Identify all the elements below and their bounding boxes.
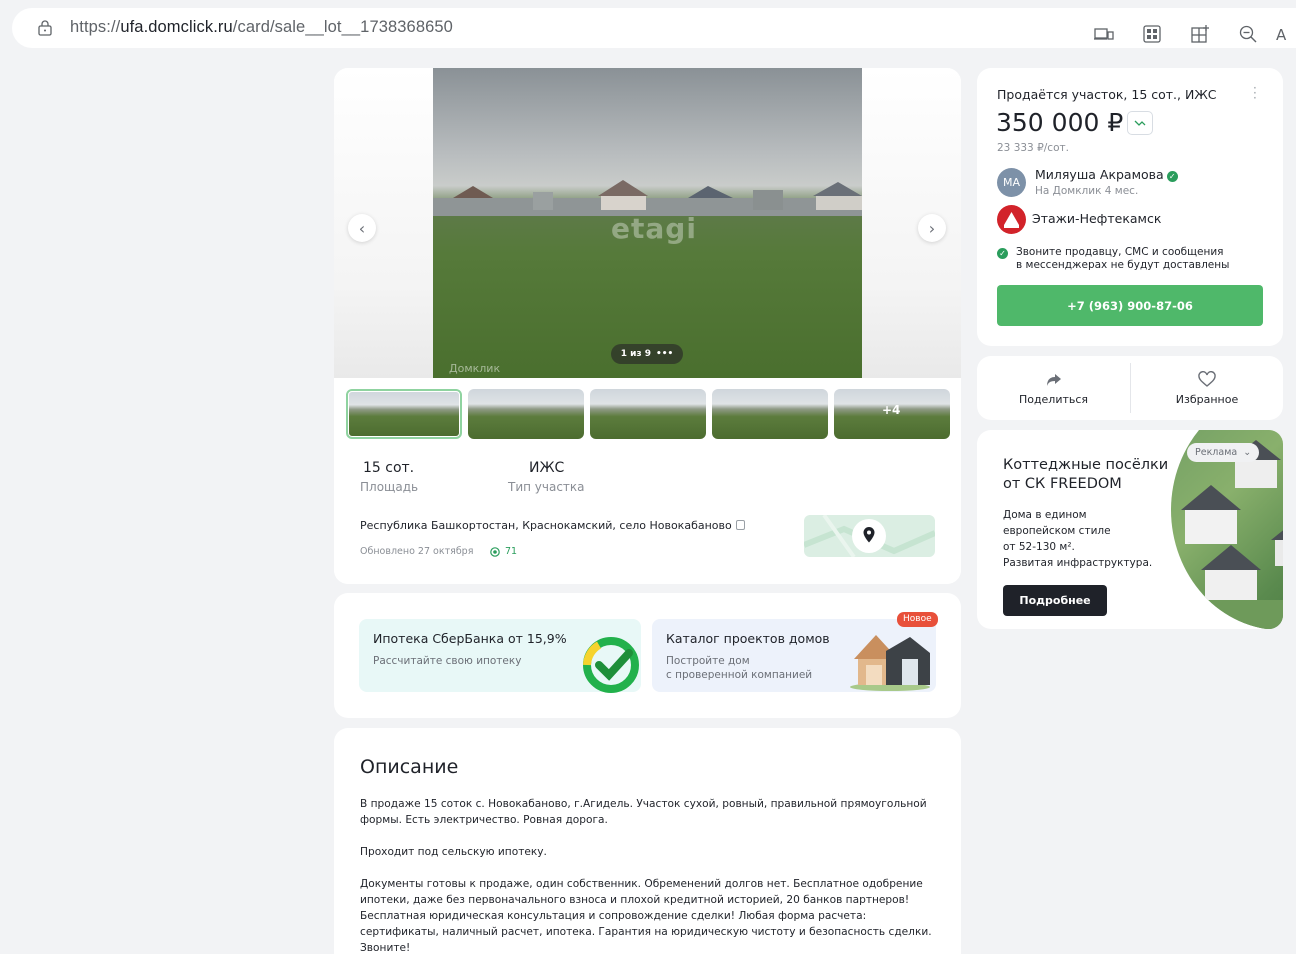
price-per-unit: 23 333 ₽/сот. bbox=[997, 142, 1069, 154]
trend-icon bbox=[1134, 120, 1146, 126]
more-photos-count: +4 bbox=[882, 403, 901, 417]
views-value: 71 bbox=[505, 546, 518, 557]
share-icon bbox=[1046, 373, 1061, 386]
updated-date: Обновлено 27 октября bbox=[360, 546, 474, 557]
heart-icon bbox=[1198, 370, 1216, 387]
eye-icon bbox=[490, 546, 500, 557]
prev-photo-button[interactable]: ‹ bbox=[348, 214, 376, 242]
thumbnail[interactable] bbox=[712, 389, 828, 439]
agent-name[interactable]: Миляуша Акрамова ✓ bbox=[1035, 167, 1178, 182]
share-button[interactable]: Поделиться bbox=[977, 356, 1130, 420]
next-photo-button[interactable]: › bbox=[918, 214, 946, 242]
shield-check-icon: ✓ bbox=[997, 248, 1008, 259]
ad-text: Дома в едином европейском стиле от 52-130 … bbox=[1003, 509, 1153, 569]
photo-counter: 1 из 9 ••• bbox=[611, 344, 683, 364]
photo-gallery: etagi 1 из 9 ••• Домклик ‹ › +4 15 сот. П… bbox=[334, 68, 961, 584]
thumbnail[interactable] bbox=[468, 389, 584, 439]
copy-icon[interactable] bbox=[735, 520, 745, 530]
views-count: 71 bbox=[490, 546, 517, 557]
price-trend-button[interactable] bbox=[1127, 111, 1153, 135]
description-paragraph: Проходит под сельскую ипотеку. bbox=[360, 846, 547, 858]
fact-area: 15 сот. Площадь bbox=[360, 460, 508, 494]
ad-banner[interactable]: Реклама ⌄ Коттеджные посёлки от СК FREEDOM… bbox=[977, 430, 1283, 629]
browser-toolbar: https://ufa.domclick.ru/card/sale__lot__… bbox=[0, 0, 1296, 56]
share-label: Поделиться bbox=[1018, 392, 1089, 406]
avatar[interactable]: МА bbox=[997, 168, 1026, 197]
promo-banners: Ипотека СберБанка от 15,9% Рассчитайте с… bbox=[334, 593, 961, 718]
main-photo[interactable]: etagi 1 из 9 ••• Домклик bbox=[433, 68, 862, 378]
share-favorite-bar: Поделиться Избранное bbox=[977, 356, 1283, 420]
houses-silhouette bbox=[433, 180, 862, 216]
map-preview[interactable] bbox=[804, 515, 935, 557]
new-badge: Новое bbox=[897, 612, 938, 627]
description-paragraph: В продаже 15 соток с. Новокабаново, г.Аг… bbox=[360, 798, 927, 826]
thumbnail-strip: +4 bbox=[346, 389, 950, 439]
agency-logo-icon[interactable] bbox=[997, 205, 1026, 234]
domclick-photo-mark: Домклик bbox=[449, 362, 501, 375]
price-seller-card: Продаётся участок, 15 сот., ИЖС · · · 350 … bbox=[977, 68, 1283, 346]
more-options-icon[interactable]: · · · bbox=[1253, 82, 1257, 104]
address-bar[interactable]: https://ufa.domclick.ru/card/sale__lot__… bbox=[12, 8, 1296, 48]
description-section: Описание В продаже 15 соток с. Новокабан… bbox=[334, 728, 961, 954]
url-text[interactable]: https://ufa.domclick.ru/card/sale__lot__… bbox=[70, 18, 453, 37]
thumbnail-more[interactable]: +4 bbox=[834, 389, 950, 439]
info-section: +4 15 сот. Площадь ИЖС Тип участка Респу… bbox=[334, 378, 961, 584]
fact-plot-type: ИЖС Тип участка bbox=[508, 460, 656, 494]
apps-icon[interactable] bbox=[1128, 22, 1176, 46]
section-title: Описание bbox=[360, 756, 459, 778]
fact-value: 15 сот. bbox=[363, 460, 415, 476]
svg-text:A: A bbox=[1276, 26, 1287, 43]
read-aloud-icon[interactable]: A bbox=[1272, 22, 1296, 46]
price: 350 000 ₽ bbox=[996, 108, 1124, 137]
verified-icon: ✓ bbox=[1166, 171, 1178, 182]
notice-text: Звоните продавцу, СМС и сообщения в мессе… bbox=[1016, 246, 1230, 271]
favorite-label: Избранное bbox=[1175, 392, 1239, 406]
phone-button[interactable]: +7 (963) 900-87-06 bbox=[997, 285, 1263, 326]
add-tab-icon[interactable] bbox=[1176, 22, 1224, 46]
ad-title: Коттеджные посёлки от СК FREEDOM bbox=[1003, 457, 1169, 492]
agency-name[interactable]: Этажи-Нефтекамск bbox=[1032, 211, 1161, 226]
description-paragraph: Документы готовы к продаже, один собстве… bbox=[360, 878, 932, 954]
zoom-out-icon[interactable] bbox=[1224, 22, 1272, 46]
chevron-right-icon: › bbox=[928, 218, 936, 238]
ad-more-button[interactable]: Подробнее bbox=[1003, 585, 1107, 616]
contact-notice: ✓ Звоните продавцу, СМС и сообщения в мес… bbox=[997, 246, 1229, 272]
listing-title: Продаётся участок, 15 сот., ИЖС bbox=[997, 87, 1217, 102]
fact-label: Площадь bbox=[360, 480, 419, 494]
device-icon[interactable] bbox=[1080, 22, 1128, 46]
fact-label: Тип участка bbox=[508, 480, 585, 494]
address: Республика Башкортостан, Краснокамский, … bbox=[360, 519, 745, 532]
house-catalog-banner[interactable]: Каталог проектов домов Постройте дом с пр… bbox=[652, 619, 936, 692]
key-facts: 15 сот. Площадь ИЖС Тип участка bbox=[360, 460, 656, 494]
map-pin-icon bbox=[804, 515, 935, 557]
agent-since: На Домклик 4 мес. bbox=[1035, 185, 1139, 197]
lock-icon[interactable] bbox=[38, 20, 52, 36]
favorite-button[interactable]: Избранное bbox=[1130, 363, 1283, 413]
chevron-left-icon: ‹ bbox=[358, 218, 366, 238]
sber-mortgage-banner[interactable]: Ипотека СберБанка от 15,9% Рассчитайте с… bbox=[359, 619, 641, 693]
ad-label[interactable]: Реклама ⌄ bbox=[1187, 443, 1260, 462]
thumbnail[interactable] bbox=[590, 389, 706, 439]
sber-logo-icon bbox=[583, 637, 639, 693]
photo-watermark: etagi bbox=[611, 212, 697, 245]
fact-value: ИЖС bbox=[529, 460, 565, 476]
chevron-down-icon: ⌄ bbox=[1243, 447, 1252, 458]
house-icon bbox=[850, 635, 930, 691]
thumbnail[interactable] bbox=[346, 389, 462, 439]
